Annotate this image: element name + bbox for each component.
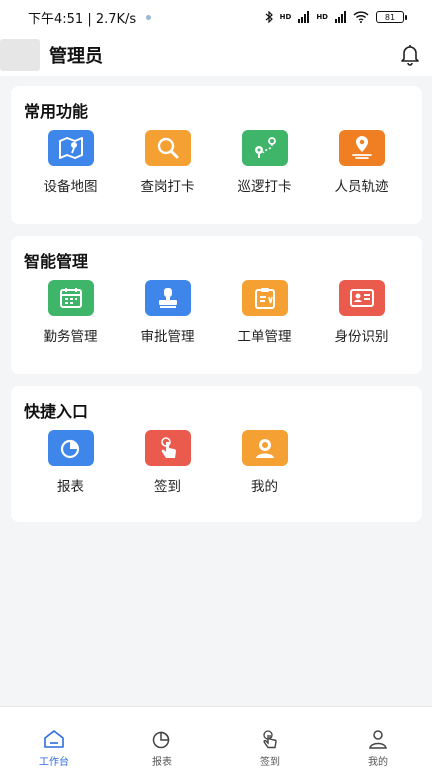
user-icon [241,430,288,466]
item-label: 工单管理 [237,329,292,345]
quick-entry-grid: 报表 签到 我的 [11,430,422,495]
item-person-track[interactable]: 人员轨迹 [313,130,410,195]
avatar[interactable] [0,39,40,71]
item-work-order-management[interactable]: 工单管理 [216,280,313,345]
signal-icon-1 [298,11,310,23]
section-title: 智能管理 [24,252,89,271]
nav-report[interactable]: 报表 [108,707,216,768]
map-icon [47,130,94,166]
card-quick-entry: 快捷入口 报表 签到 我的 [11,386,422,522]
item-mine[interactable]: 我的 [216,430,313,495]
item-patrol[interactable]: 巡逻打卡 [216,130,313,195]
nav-sign-in[interactable]: 签到 [216,707,324,768]
status-left: 下午4:51 | 2.7K/s [28,8,152,27]
nav-label: 我的 [368,757,388,768]
status-bar: 下午4:51 | 2.7K/s HD HD 81 [0,0,432,34]
item-report[interactable]: 报表 [22,430,119,495]
item-label: 签到 [154,479,181,495]
nav-label: 工作台 [39,757,69,768]
item-identity-recognition[interactable]: 身份识别 [313,280,410,345]
status-dot [146,14,152,20]
section-title: 快捷入口 [24,402,89,421]
page-title: 管理员 [49,46,103,67]
section-title: 常用功能 [24,102,89,121]
network-hd-1: HD [279,13,292,21]
app-header: 管理员 [0,34,432,76]
id-card-icon [338,280,385,316]
item-sign-in[interactable]: 签到 [119,430,216,495]
pie-chart-icon [152,731,170,749]
item-check-post[interactable]: 查岗打卡 [119,130,216,195]
home-icon [44,730,64,748]
user-icon [369,730,387,749]
bottom-nav: 工作台 报表 签到 我的 [0,706,432,768]
item-approval-management[interactable]: 审批管理 [119,280,216,345]
wifi-icon [353,11,369,23]
network-hd-2: HD [316,13,328,21]
management-grid: 勤务管理 审批管理 工单管理 身份识别 [11,280,422,345]
item-label: 查岗打卡 [140,179,195,195]
card-common-functions: 常用功能 设备地图 查岗打卡 巡逻打卡 人员轨迹 [11,86,422,224]
item-label: 人员轨迹 [334,179,389,195]
item-label: 巡逻打卡 [237,179,292,195]
calendar-icon [47,280,94,316]
nav-label: 报表 [152,757,172,768]
route-icon [241,130,288,166]
item-label: 设备地图 [43,179,98,195]
bell-icon[interactable] [398,42,422,66]
item-device-map[interactable]: 设备地图 [22,130,119,195]
bluetooth-icon [265,11,273,23]
magnifier-icon [144,130,191,166]
nav-label: 签到 [260,757,280,768]
nav-workbench[interactable]: 工作台 [0,707,108,768]
battery-icon: 81 [376,11,407,23]
item-label: 身份识别 [334,329,389,345]
tap-hand-icon [263,730,277,749]
battery-level: 81 [384,12,396,22]
signal-icon-2 [335,11,346,23]
item-label: 审批管理 [140,329,195,345]
clipboard-icon [241,280,288,316]
item-label: 我的 [251,479,278,495]
card-smart-management: 智能管理 勤务管理 审批管理 工单管理 身份识别 [11,236,422,374]
pie-chart-icon [47,430,94,466]
item-label: 勤务管理 [43,329,98,345]
status-right: HD HD 81 [265,11,407,23]
stamp-icon [144,280,191,316]
tap-hand-icon [144,430,191,466]
nav-mine[interactable]: 我的 [324,707,432,768]
location-track-icon [338,130,385,166]
item-label: 报表 [57,479,84,495]
status-time-speed: 下午4:51 | 2.7K/s [28,11,137,27]
item-duty-management[interactable]: 勤务管理 [22,280,119,345]
function-grid: 设备地图 查岗打卡 巡逻打卡 人员轨迹 [11,130,422,195]
